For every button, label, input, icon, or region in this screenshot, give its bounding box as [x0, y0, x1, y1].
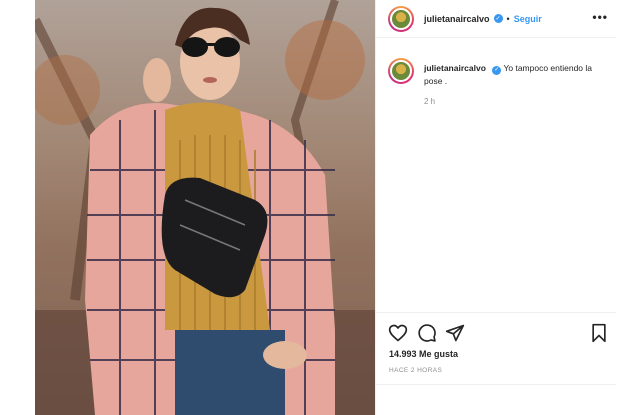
- post-photo[interactable]: [35, 0, 375, 415]
- avatar[interactable]: [388, 5, 414, 32]
- separator-dot: •: [506, 13, 510, 24]
- paper-plane-icon[interactable]: [445, 323, 465, 343]
- verified-badge-icon: ✓: [493, 14, 503, 23]
- caption-timestamp[interactable]: 2 h: [424, 97, 435, 106]
- heart-icon[interactable]: [388, 323, 408, 343]
- username-link[interactable]: julietanaircalvo: [424, 14, 490, 24]
- avatar-image: [390, 7, 412, 30]
- post-actions: 14.993 Me gusta HACE 2 HORAS: [376, 312, 616, 382]
- follow-button[interactable]: Seguir: [514, 14, 542, 24]
- caption-comment: julietanaircalvo ✓ Yo tampoco entiendo l…: [388, 58, 608, 87]
- bookmark-icon[interactable]: [589, 323, 609, 343]
- photo-illustration: [35, 0, 375, 415]
- post-sidebar: julietanaircalvo ✓ • Seguir ••• julietan…: [375, 0, 616, 415]
- caption-username-link[interactable]: julietanaircalvo: [424, 63, 486, 73]
- likes-count[interactable]: 14.993 Me gusta: [389, 349, 458, 359]
- divider: [376, 384, 616, 385]
- post-header: julietanaircalvo ✓ • Seguir •••: [376, 0, 616, 38]
- more-options-icon[interactable]: •••: [592, 11, 608, 23]
- posted-time[interactable]: HACE 2 HORAS: [389, 367, 442, 374]
- caption-avatar-image: [390, 60, 412, 82]
- caption-verified-badge-icon: ✓: [492, 65, 502, 75]
- caption-avatar[interactable]: [388, 58, 414, 84]
- caption-body: julietanaircalvo ✓ Yo tampoco entiendo l…: [424, 58, 608, 87]
- comment-bubble-icon[interactable]: [417, 323, 437, 343]
